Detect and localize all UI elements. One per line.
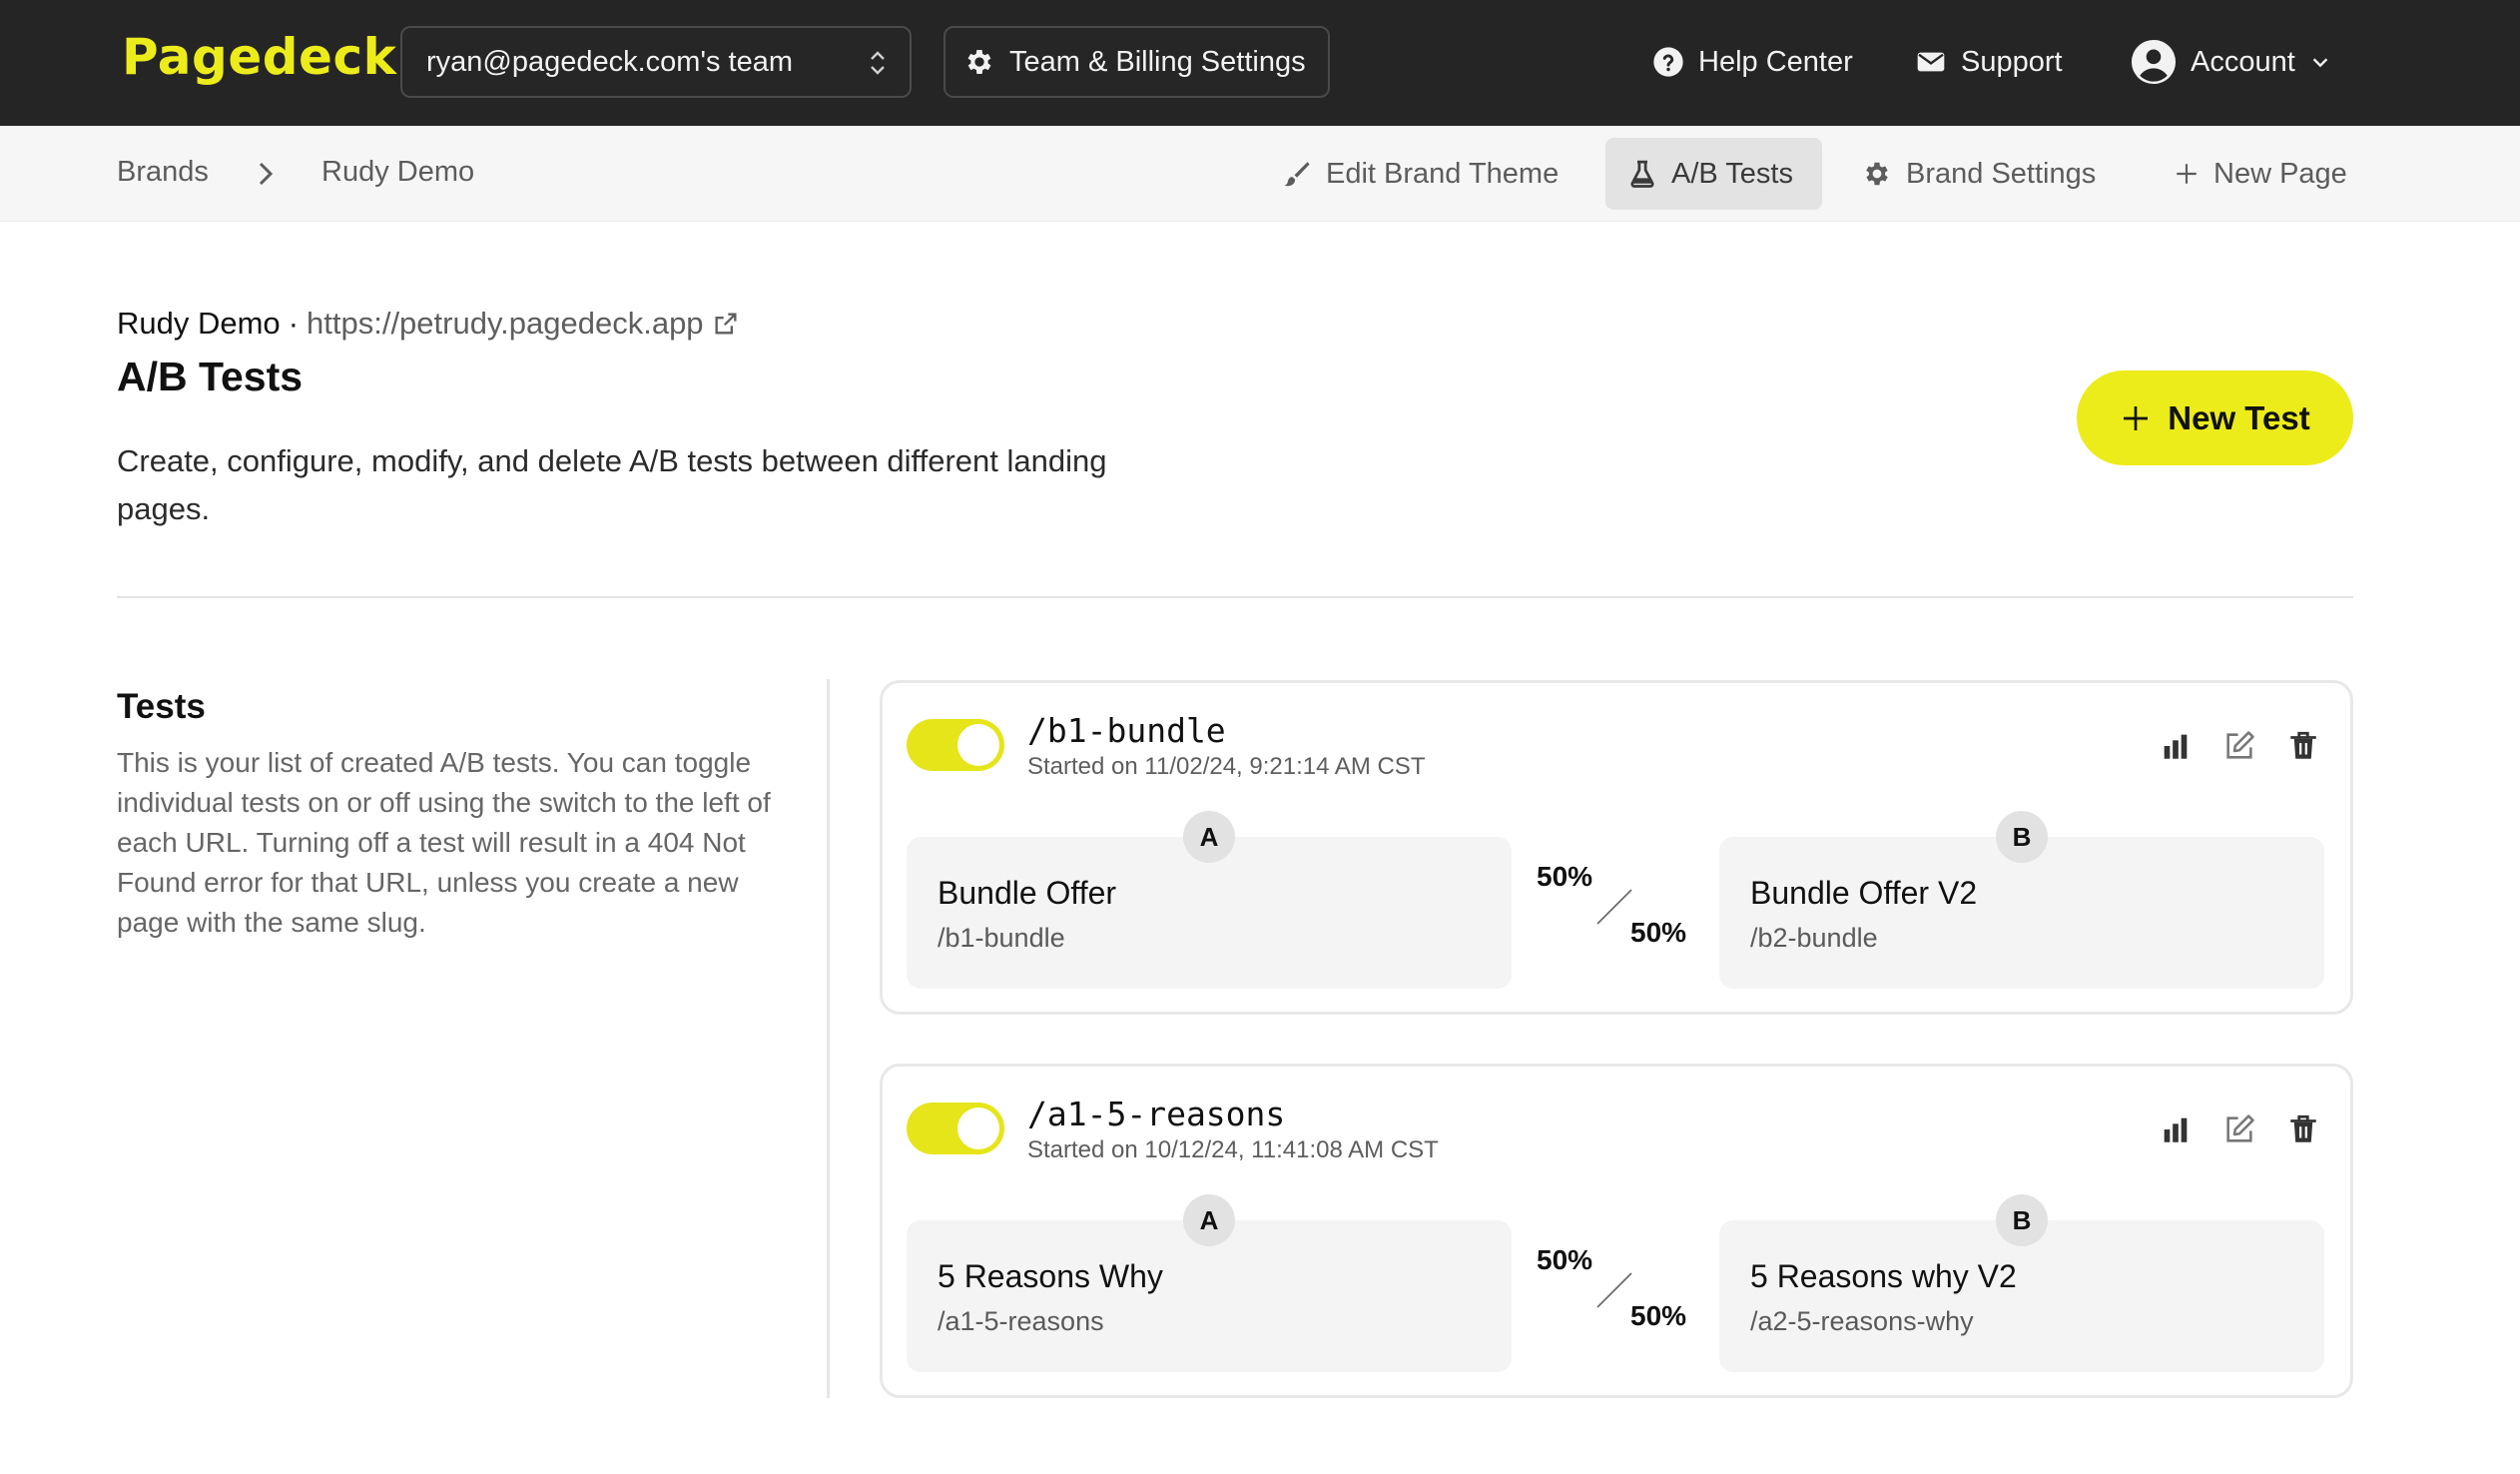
test-slug: /b1-bundle	[1027, 711, 1226, 750]
page-description: Create, configure, modify, and delete A/…	[117, 443, 1107, 526]
team-select[interactable]: ryan@pagedeck.com's team	[400, 26, 912, 98]
split-b-percent: 50%	[1630, 917, 1687, 948]
variant-a-badge: A	[1183, 1194, 1235, 1246]
split-slash-icon	[1596, 889, 1632, 925]
logo[interactable]: Pagedeck	[122, 28, 396, 86]
support-link[interactable]: Support	[1915, 32, 2063, 92]
brand-name: Rudy Demo	[117, 306, 281, 341]
gear-icon	[967, 50, 991, 74]
section-vertical-divider	[827, 679, 830, 1398]
select-caret-icon	[871, 51, 885, 75]
split-a-percent: 50%	[1537, 861, 1593, 892]
nav-ab-tests-label: A/B Tests	[1671, 157, 1793, 190]
nav-brand-settings[interactable]: Brand Settings	[1840, 138, 2118, 210]
nav-brand-settings-label: Brand Settings	[1906, 157, 2097, 190]
breadcrumb-brands[interactable]: Brands	[117, 156, 209, 189]
account-menu[interactable]: Account	[2131, 32, 2331, 92]
user-circle-icon	[2131, 39, 2177, 85]
new-test-button[interactable]: New Test	[2077, 370, 2353, 465]
test-enabled-toggle[interactable]	[907, 719, 1004, 771]
account-label: Account	[2191, 45, 2295, 78]
help-center-link[interactable]: Help Center	[1652, 32, 1853, 92]
envelope-icon	[1917, 52, 1945, 72]
test-started-date: Started on 11/02/24, 9:21:14 AM CST	[1027, 753, 1426, 780]
test-card: /a1-5-reasons Started on 10/12/24, 11:41…	[880, 1064, 2353, 1398]
variant-a-badge: A	[1183, 811, 1235, 863]
variant-name: Bundle Offer V2	[1750, 875, 1978, 911]
test-enabled-toggle[interactable]	[907, 1103, 1004, 1154]
toggle-knob	[957, 1107, 999, 1149]
variant-path: /a2-5-reasons-why	[1750, 1306, 1974, 1336]
edit-icon[interactable]	[2222, 1112, 2256, 1146]
chevron-down-icon	[2312, 58, 2328, 68]
chevron-right-icon	[259, 162, 274, 186]
help-center-label: Help Center	[1698, 45, 1853, 78]
top-bar: Pagedeck ryan@pagedeck.com's team Team &…	[0, 0, 2520, 126]
plus-icon	[2177, 164, 2197, 184]
variant-b-badge: B	[1996, 1194, 2048, 1246]
variant-b-badge: B	[1996, 811, 2048, 863]
variant-name: 5 Reasons why V2	[1750, 1258, 2017, 1294]
variant-path: /a1-5-reasons	[938, 1306, 1104, 1336]
bar-chart-icon[interactable]	[2159, 729, 2193, 763]
nav-edit-brand-theme-label: Edit Brand Theme	[1326, 157, 1560, 190]
variant-name: Bundle Offer	[938, 875, 1117, 911]
brand-line: Rudy Demo · https://petrudy.pagedeck.app	[117, 306, 740, 342]
brand-subnav: Brands Rudy Demo Edit Brand Theme A/B Te…	[0, 126, 2520, 222]
test-slug: /a1-5-reasons	[1027, 1095, 1286, 1133]
split-b-percent: 50%	[1630, 1300, 1687, 1331]
flask-icon	[1630, 160, 1654, 188]
test-card: /b1-bundle Started on 11/02/24, 9:21:14 …	[880, 680, 2353, 1015]
team-billing-settings-button[interactable]: Team & Billing Settings	[944, 26, 1330, 98]
new-test-label: New Test	[2168, 398, 2310, 436]
external-link-icon[interactable]	[712, 310, 740, 338]
brand-separator: ·	[288, 306, 300, 341]
team-billing-settings-label: Team & Billing Settings	[1009, 45, 1306, 78]
nav-ab-tests[interactable]: A/B Tests	[1605, 138, 1822, 210]
question-circle-icon	[1653, 47, 1683, 77]
trash-icon[interactable]	[2286, 1112, 2320, 1146]
edit-icon[interactable]	[2222, 729, 2256, 763]
plus-icon	[2124, 405, 2149, 430]
test-started-date: Started on 10/12/24, 11:41:08 AM CST	[1027, 1136, 1439, 1163]
trash-icon[interactable]	[2286, 729, 2320, 763]
nav-new-page-label: New Page	[2213, 157, 2347, 190]
split-slash-icon	[1596, 1272, 1632, 1308]
brand-url-link[interactable]: https://petrudy.pagedeck.app	[307, 306, 704, 342]
team-select-value: ryan@pagedeck.com's team	[426, 45, 794, 78]
gear-icon	[1866, 162, 1888, 186]
page-title: A/B Tests	[117, 354, 304, 399]
breadcrumb-current: Rudy Demo	[321, 156, 475, 188]
toggle-knob	[957, 724, 999, 766]
variant-path: /b2-bundle	[1750, 923, 1878, 953]
section-divider	[117, 596, 2353, 598]
bar-chart-icon[interactable]	[2159, 1112, 2193, 1146]
tests-section-title: Tests	[117, 687, 206, 726]
nav-new-page[interactable]: New Page	[2152, 138, 2369, 210]
paintbrush-icon	[1284, 162, 1310, 187]
nav-edit-brand-theme[interactable]: Edit Brand Theme	[1260, 138, 1580, 210]
variant-name: 5 Reasons Why	[938, 1258, 1163, 1294]
split-a-percent: 50%	[1537, 1244, 1593, 1275]
variant-path: /b1-bundle	[938, 923, 1065, 953]
tests-section-description: This is your list of created A/B tests. …	[117, 747, 771, 938]
support-label: Support	[1961, 45, 2063, 78]
